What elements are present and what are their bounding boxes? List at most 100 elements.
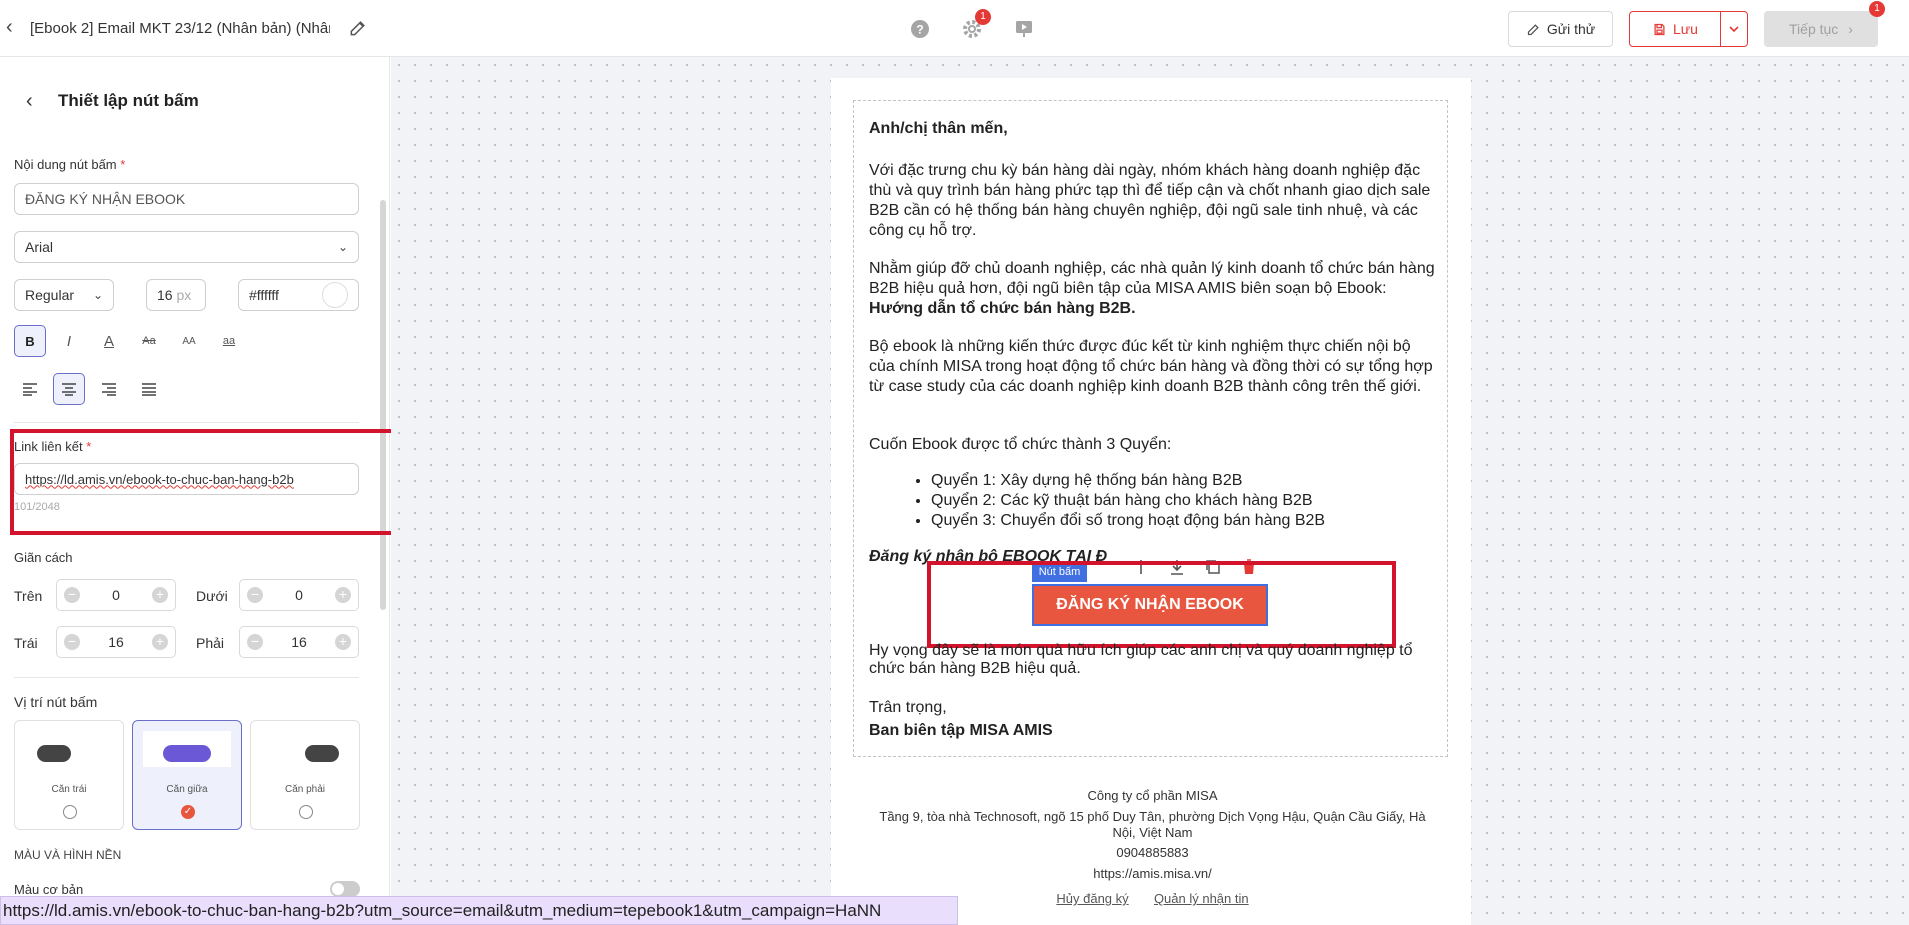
align-justify-button[interactable] [133, 373, 165, 405]
footer-address: Tầng 9, tòa nhà Technosoft, ngõ 15 phố D… [879, 809, 1426, 840]
preview-icon[interactable] [1012, 17, 1036, 41]
button-preview-shape [37, 745, 71, 762]
panel-scrollbar[interactable] [380, 200, 386, 610]
button-preview-shape [305, 745, 339, 762]
minus-icon[interactable]: − [247, 587, 263, 603]
content-label: Nội dung nút bấm * [14, 157, 126, 172]
email-regards: Trân trọng, [869, 699, 947, 716]
position-right-label: Căn phải [284, 784, 326, 795]
lowercase-button[interactable]: aa [213, 325, 245, 357]
spacing-left-label: Trái [14, 635, 38, 651]
align-right-button[interactable] [93, 373, 125, 405]
button-preview-shape [163, 745, 211, 762]
help-icon[interactable]: ? [908, 17, 932, 41]
email-signature: Ban biên tập MISA AMIS [869, 722, 1053, 739]
align-justify-icon [142, 383, 156, 396]
minus-icon[interactable]: − [64, 587, 80, 603]
align-center-icon [62, 383, 76, 396]
download-icon[interactable] [1167, 557, 1187, 577]
send-test-button[interactable]: Gửi thử [1508, 11, 1613, 47]
position-left-option[interactable]: Căn trái [14, 720, 124, 830]
divider [14, 422, 359, 423]
unsubscribe-link[interactable]: Hủy đăng ký [1056, 891, 1128, 906]
bold-button[interactable]: B [14, 325, 46, 357]
back-icon[interactable]: ‹ [6, 17, 26, 38]
document-title: [Ebook 2] Email MKT 23/12 (Nhân bản) (Nh… [30, 20, 330, 37]
button-text-input[interactable]: ĐĂNG KÝ NHẬN EBOOK [14, 183, 359, 215]
spacing-left-value: 16 [108, 634, 124, 650]
footer-company: Công ty cổ phần MISA [1087, 788, 1218, 803]
align-left-icon [23, 383, 37, 396]
plus-icon[interactable]: + [334, 587, 351, 603]
ebook-list: Quyển 1: Xây dựng hệ thống bán hàng B2B … [869, 471, 1439, 531]
spacing-right-stepper[interactable]: − 16 + [239, 626, 359, 658]
check-icon[interactable]: ✓ [181, 805, 195, 819]
next-badge: 1 [1869, 1, 1885, 17]
email-paragraph: Với đặc trưng chu kỳ bán hàng dài ngày, … [869, 162, 1431, 239]
font-family-select[interactable]: Arial ⌄ [14, 231, 359, 263]
font-size-input[interactable]: 16 px [146, 279, 206, 311]
settings-badge: 1 [975, 9, 991, 25]
position-center-label: Căn giữa [166, 784, 208, 795]
spacing-left-stepper[interactable]: − 16 + [56, 626, 176, 658]
pencil-icon [1527, 23, 1539, 35]
move-icon[interactable] [1131, 557, 1151, 577]
footer-links: Hủy đăng ký Quản lý nhận tin [875, 891, 1430, 907]
panel-title: Thiết lập nút bấm [58, 91, 199, 110]
spacing-bottom-value: 0 [295, 587, 303, 603]
position-right-radio[interactable] [299, 805, 313, 819]
send-test-label: Gửi thử [1546, 21, 1596, 37]
next-label: Tiếp tục [1789, 21, 1839, 37]
footer-website: https://amis.misa.vn/ [1093, 866, 1212, 881]
status-bar-url: https://ld.amis.vn/ebook-to-chuc-ban-han… [0, 896, 958, 925]
color-swatch[interactable] [322, 282, 348, 308]
spacing-top-stepper[interactable]: − 0 + [56, 579, 176, 611]
button-position-label: Vị trí nút bấm [14, 694, 98, 710]
trash-icon[interactable] [1239, 557, 1259, 577]
position-left-radio[interactable] [63, 805, 77, 819]
panel-back-icon[interactable]: ‹ [26, 90, 33, 113]
basic-color-toggle[interactable] [330, 881, 360, 897]
pencil-icon[interactable] [348, 18, 368, 38]
chevron-down-icon [1729, 26, 1739, 33]
minus-icon[interactable]: − [64, 634, 80, 650]
minus-icon[interactable]: − [247, 634, 263, 650]
spacing-top-value: 0 [112, 587, 120, 603]
duplicate-icon[interactable] [1203, 557, 1223, 577]
floppy-disk-icon [1654, 23, 1665, 35]
plus-icon[interactable]: + [151, 634, 168, 650]
text-color-button[interactable]: A [93, 325, 125, 357]
plus-icon[interactable]: + [334, 634, 351, 650]
strikethrough-button[interactable]: Aa [133, 325, 165, 357]
plus-icon[interactable]: + [151, 587, 168, 603]
save-button[interactable]: Lưu [1629, 11, 1721, 47]
register-ebook-button[interactable]: ĐĂNG KÝ NHẬN EBOOK [1032, 584, 1268, 626]
link-input[interactable]: https://ld.amis.vn/ebook-to-chuc-ban-han… [14, 463, 359, 495]
list-item: Quyển 2: Các kỹ thuật bán hàng cho khách… [931, 491, 1439, 511]
next-button[interactable]: Tiếp tục › [1764, 11, 1878, 47]
save-dropdown-button[interactable] [1720, 11, 1748, 47]
link-char-counter: 101/2048 [14, 501, 60, 513]
italic-button[interactable]: I [53, 325, 85, 357]
divider [14, 677, 359, 678]
top-bar: ‹ [Ebook 2] Email MKT 23/12 (Nhân bản) (… [0, 0, 1909, 57]
position-right-option[interactable]: Căn phải [250, 720, 360, 830]
spacing-right-value: 16 [291, 634, 307, 650]
font-weight-select[interactable]: Regular ⌄ [14, 279, 114, 311]
spacing-label: Giãn cách [14, 550, 73, 565]
align-left-button[interactable] [14, 373, 46, 405]
position-center-option[interactable]: Căn giữa ✓ [132, 720, 242, 830]
align-center-button[interactable] [53, 373, 85, 405]
spacing-bottom-stepper[interactable]: − 0 + [239, 579, 359, 611]
email-paragraph: Hy vọng đây sẽ là món quà hữu ích giúp c… [869, 642, 1413, 677]
spacing-bottom-label: Dưới [196, 588, 228, 604]
align-right-icon [102, 383, 116, 396]
color-section-label: MÀU VÀ HÌNH NỀN [14, 848, 122, 862]
button-settings-panel: ‹ Thiết lập nút bấm Nội dung nút bấm * Đ… [0, 57, 390, 925]
link-label: Link liên kết * [14, 439, 92, 454]
text-color-input[interactable]: #ffffff [238, 279, 359, 311]
uppercase-button[interactable]: AA [173, 325, 205, 357]
manage-subscription-link[interactable]: Quản lý nhận tin [1154, 891, 1249, 906]
email-paragraph: Nhằm giúp đỡ chủ doanh nghiệp, các nhà q… [869, 260, 1435, 317]
save-label: Lưu [1673, 21, 1698, 37]
